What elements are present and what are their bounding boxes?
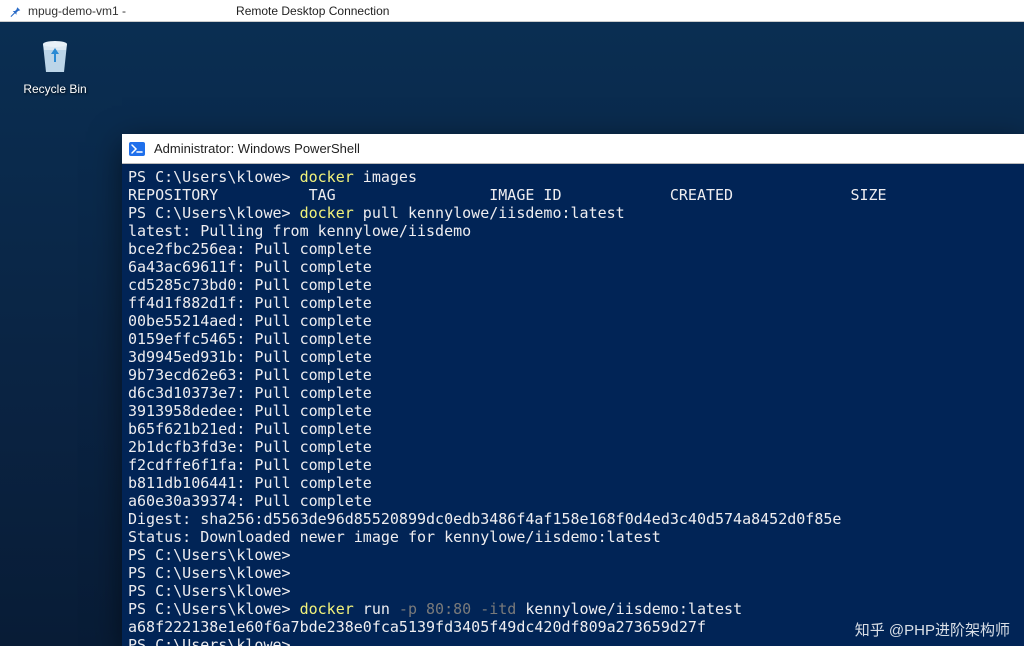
- rdp-title-bar: mpug-demo-vm1 - Remote Desktop Connectio…: [0, 0, 1024, 22]
- desktop[interactable]: Recycle Bin Administrator: Windows Power…: [0, 22, 1024, 646]
- powershell-terminal[interactable]: PS C:\Users\klowe> docker images REPOSIT…: [122, 164, 1024, 646]
- rdp-host: mpug-demo-vm1 -: [28, 4, 126, 18]
- powershell-titlebar[interactable]: Administrator: Windows PowerShell: [122, 134, 1024, 164]
- rdp-app-title: Remote Desktop Connection: [236, 4, 389, 18]
- powershell-icon: [128, 140, 146, 158]
- pushpin-icon[interactable]: [8, 4, 22, 18]
- trash-icon: [31, 30, 79, 78]
- recycle-bin-icon[interactable]: Recycle Bin: [10, 30, 100, 96]
- powershell-title: Administrator: Windows PowerShell: [154, 141, 360, 156]
- recycle-bin-label: Recycle Bin: [10, 82, 100, 96]
- powershell-window[interactable]: Administrator: Windows PowerShell PS C:\…: [122, 134, 1024, 646]
